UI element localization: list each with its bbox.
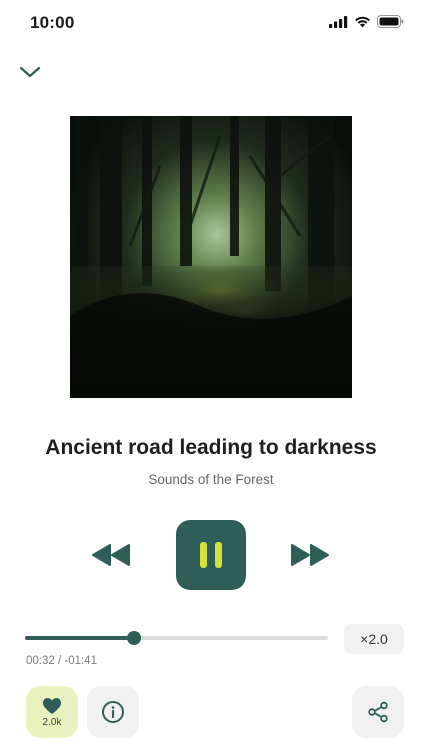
wifi-icon [355, 16, 370, 27]
rewind-icon [92, 544, 130, 566]
battery-icon [377, 15, 404, 28]
share-button[interactable] [352, 686, 404, 738]
info-button[interactable] [87, 686, 139, 738]
playback-speed-button[interactable]: ×2.0 [344, 624, 404, 654]
info-icon [102, 701, 124, 723]
album-artwork [70, 116, 352, 398]
status-bar: 10:00 [0, 0, 422, 46]
progress-fill [25, 636, 135, 640]
track-title: Ancient road leading to darkness [45, 436, 377, 459]
pause-icon [200, 542, 207, 568]
fast-forward-icon [291, 544, 329, 566]
like-button[interactable]: 2.0k [26, 686, 78, 738]
signal-icon [329, 15, 348, 28]
rewind-button[interactable] [90, 543, 132, 567]
progress-thumb[interactable] [127, 631, 142, 645]
collapse-button[interactable] [18, 62, 42, 82]
chevron-down-icon [19, 66, 41, 78]
pause-button[interactable] [176, 520, 246, 590]
timecode: 00:32 / -01:41 [26, 655, 97, 667]
track-artist: Sounds of the Forest [148, 472, 274, 487]
status-time: 10:00 [30, 13, 75, 32]
fast-forward-button[interactable] [289, 543, 331, 567]
like-count: 2.0k [42, 716, 62, 728]
share-icon [368, 701, 388, 723]
progress-slider[interactable] [25, 631, 328, 645]
status-icons [329, 15, 404, 28]
heart-icon [43, 697, 61, 714]
